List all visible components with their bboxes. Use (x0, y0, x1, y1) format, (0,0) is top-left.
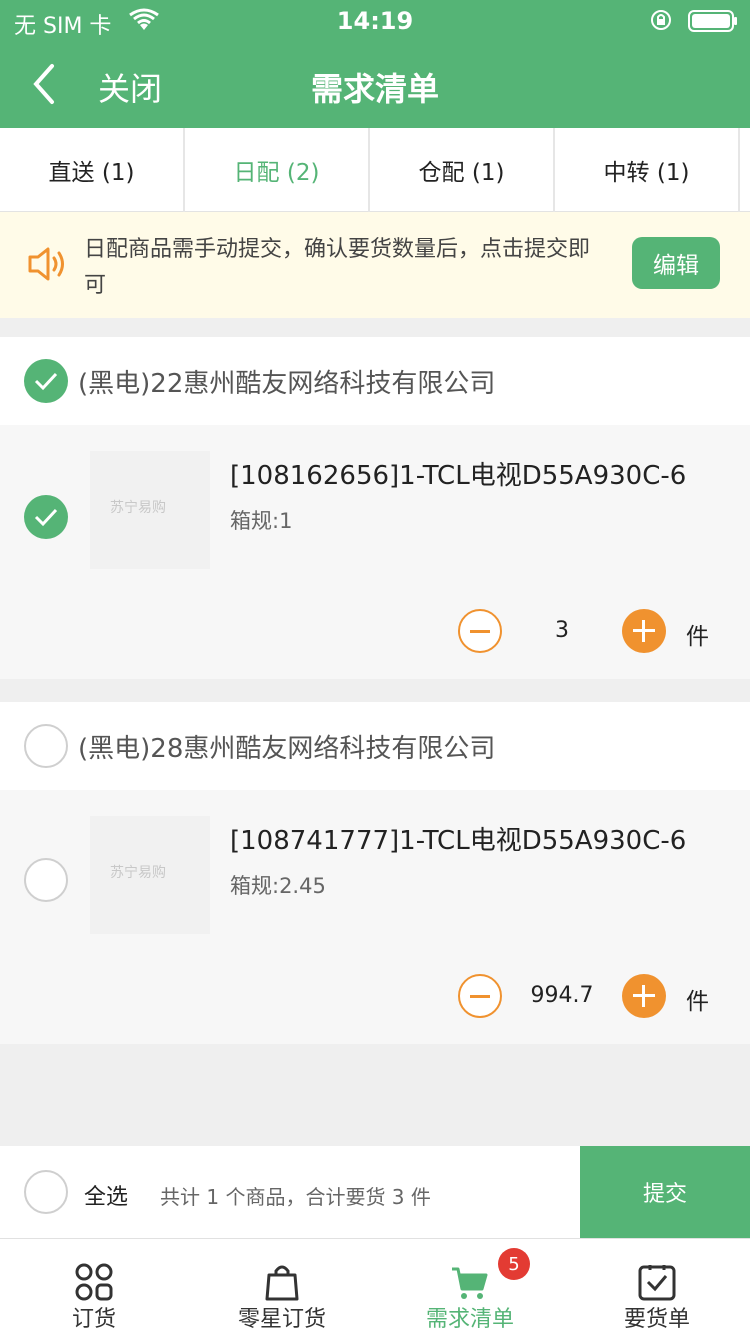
tabbar-item-retail[interactable]: 零星订货 (188, 1239, 376, 1334)
tabbar-item-requisition[interactable]: 要货单 (564, 1239, 750, 1334)
item-checkbox[interactable] (24, 858, 68, 902)
tabbar-label: 需求清单 (425, 1307, 514, 1332)
tabbar-label: 零星订货 (237, 1307, 326, 1332)
tab-daily[interactable]: 日配 (2) (185, 128, 370, 212)
cart-icon (452, 1267, 488, 1299)
increase-button[interactable] (622, 609, 666, 653)
submit-bar: 全选 共计 1 个商品，合计要货 3 件 提交 (0, 1146, 750, 1238)
item-checkbox[interactable] (24, 495, 68, 539)
tab-warehouse[interactable]: 仓配 (1) (370, 128, 555, 212)
quantity-unit: 件 (686, 989, 709, 1015)
notice-banner: 日配商品需手动提交，确认要货数量后，点击提交即可 编辑 (0, 212, 750, 318)
page-title: 需求清单 (310, 70, 439, 108)
tabbar-label: 要货单 (623, 1307, 690, 1332)
store-name: (黑电)22惠州酷友网络科技有限公司 (78, 369, 496, 399)
decrease-button[interactable] (458, 974, 502, 1018)
list-item: 苏宁易购 [108162656]1-TCL电视D55A930C-6 箱规:1 3… (0, 425, 750, 679)
product-spec: 箱规:1 (230, 509, 293, 533)
tabbar-item-order[interactable]: 订货 (0, 1239, 188, 1334)
rotation-lock-icon (651, 10, 671, 30)
suning-logo: 苏宁易购 (110, 500, 166, 516)
product-spec: 箱规:2.45 (230, 874, 326, 898)
checkmark-icon (34, 508, 58, 527)
checklist-icon (638, 1265, 676, 1301)
decrease-button[interactable] (458, 609, 502, 653)
tabbar-label: 订货 (71, 1307, 116, 1332)
status-bar: 无 SIM 卡 14:19 (0, 0, 750, 40)
submit-button[interactable]: 提交 (580, 1146, 750, 1238)
product-name: [108162656]1-TCL电视D55A930C-6 (230, 461, 687, 491)
bottom-tab-bar: 订货 零星订货 需求清单 要货单 (0, 1238, 750, 1334)
edit-button[interactable]: 编辑 (632, 237, 720, 289)
bag-icon (265, 1265, 299, 1301)
select-all-label[interactable]: 全选 (84, 1179, 128, 1211)
checkmark-icon (34, 372, 58, 391)
notice-text: 日配商品需手动提交，确认要货数量后，点击提交即可 (84, 237, 591, 298)
list-item: 苏宁易购 [108741777]1-TCL电视D55A930C-6 箱规:2.4… (0, 790, 750, 1044)
speaker-icon (28, 247, 64, 281)
status-time: 14:19 (336, 7, 414, 35)
store-header: (黑电)22惠州酷友网络科技有限公司 (0, 337, 750, 425)
product-thumbnail: 苏宁易购 (90, 451, 210, 569)
tabbar-item-demand[interactable]: 需求清单 (376, 1239, 564, 1334)
select-all-checkbox[interactable] (24, 1170, 68, 1214)
order-summary: 共计 1 个商品，合计要货 3 件 (160, 1185, 431, 1209)
quantity-value[interactable]: 994.7 (510, 983, 614, 1008)
quantity-unit: 件 (686, 624, 709, 650)
tab-direct[interactable]: 直送 (1) (0, 128, 185, 212)
store-checkbox[interactable] (24, 359, 68, 403)
grid-icon (75, 1263, 113, 1301)
suning-logo: 苏宁易购 (110, 865, 166, 881)
store-header: (黑电)28惠州酷友网络科技有限公司 (0, 702, 750, 790)
cart-badge: 5 (498, 1248, 530, 1280)
increase-button[interactable] (622, 974, 666, 1018)
tab-transfer[interactable]: 中转 (1) (555, 128, 740, 212)
product-thumbnail: 苏宁易购 (90, 816, 210, 934)
store-checkbox[interactable] (24, 724, 68, 768)
product-name: [108741777]1-TCL电视D55A930C-6 (230, 826, 687, 856)
battery-icon (688, 10, 737, 32)
store-name: (黑电)28惠州酷友网络科技有限公司 (78, 734, 496, 764)
category-tabs: 直送 (1) 日配 (2) 仓配 (1) 中转 (1) (0, 128, 750, 212)
quantity-value[interactable]: 3 (510, 618, 614, 643)
app-header: 无 SIM 卡 14:19 关闭 需求清单 (0, 0, 750, 128)
